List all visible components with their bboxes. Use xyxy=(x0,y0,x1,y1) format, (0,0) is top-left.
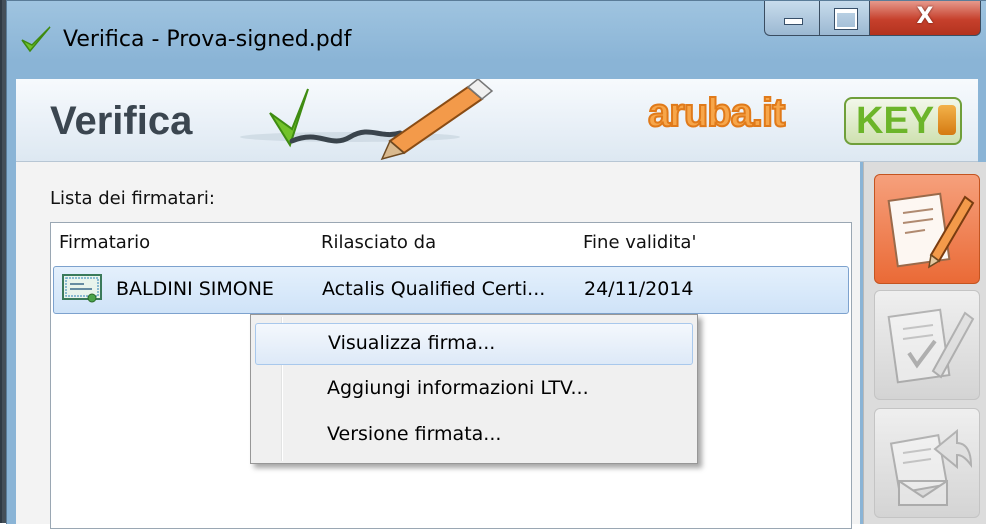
menu-item-view-signature[interactable]: Visualizza firma... xyxy=(255,323,693,365)
close-icon: X xyxy=(916,4,934,29)
brand-logo: aruba.it xyxy=(647,90,786,136)
verify-button[interactable] xyxy=(874,174,980,284)
key-tab-icon xyxy=(938,105,956,135)
menu-item-add-ltv-info[interactable]: Aggiungi informazioni LTV... xyxy=(255,369,691,409)
header-title: Verifica xyxy=(50,99,193,143)
checkmark-pen-logo-icon xyxy=(240,79,494,161)
header-banner: Verifica aruba.it KEY xyxy=(16,79,978,162)
export-button[interactable] xyxy=(874,408,980,518)
title-bar[interactable]: Verifica - Prova-signed.pdf X xyxy=(7,1,986,79)
window-title: Verifica - Prova-signed.pdf xyxy=(63,27,352,52)
close-button[interactable]: X xyxy=(869,1,981,36)
menu-item-signed-version[interactable]: Versione firmata... xyxy=(255,415,691,455)
key-badge: KEY xyxy=(844,97,962,145)
column-header-expiry[interactable]: Fine validita' xyxy=(575,223,851,263)
maximize-button[interactable] xyxy=(819,1,871,36)
certificate-icon xyxy=(62,274,102,303)
column-header-issuer[interactable]: Rilasciato da xyxy=(313,223,576,263)
verify-document-pen-icon xyxy=(887,192,975,269)
column-header-signer[interactable]: Firmatario xyxy=(51,223,314,263)
key-badge-text: KEY xyxy=(856,100,935,142)
table-row[interactable]: BALDINI SIMONE Actalis Qualified Certi..… xyxy=(53,266,849,314)
minimize-icon xyxy=(784,18,803,25)
signer-issuer: Actalis Qualified Certi... xyxy=(322,278,546,300)
signers-list-label: Lista dei firmatari: xyxy=(50,188,215,209)
right-toolbar xyxy=(863,162,986,524)
signer-name: BALDINI SIMONE xyxy=(116,278,274,300)
signer-expiry: 24/11/2014 xyxy=(584,278,694,300)
maximize-icon xyxy=(834,8,858,30)
minimize-button[interactable] xyxy=(764,1,820,36)
app-checkmark-icon xyxy=(21,26,51,53)
signed-version-button[interactable] xyxy=(874,290,980,400)
export-envelope-icon xyxy=(889,428,973,506)
context-menu: Visualizza firma... Aggiungi informazion… xyxy=(250,314,698,464)
signed-document-icon xyxy=(887,308,975,384)
